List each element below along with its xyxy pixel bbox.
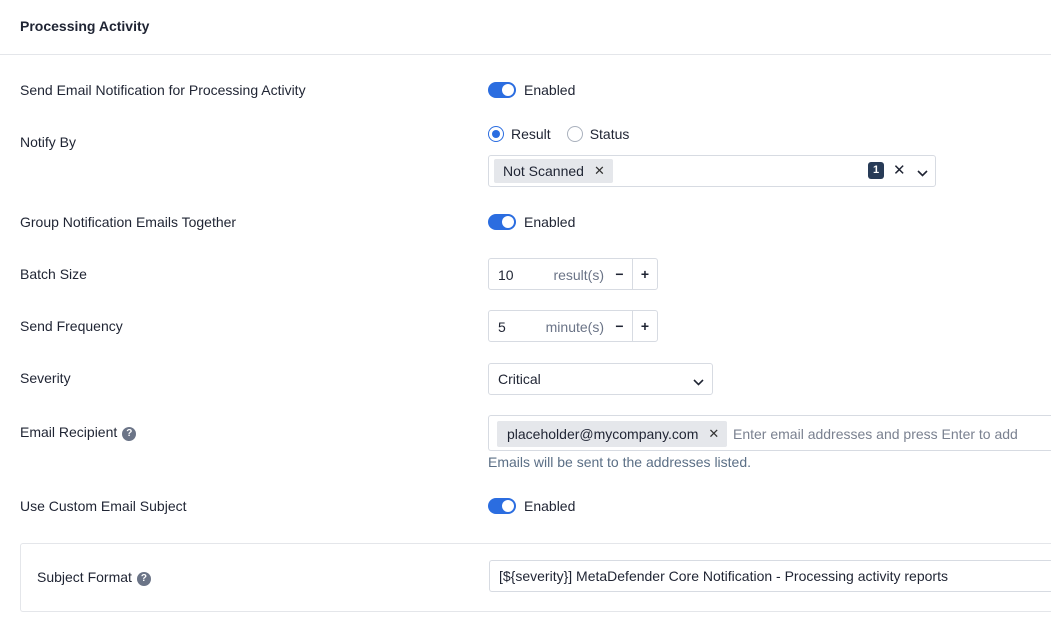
radio-result-label: Result (511, 126, 551, 142)
email-recipient-label-row: Email Recipient? (20, 424, 137, 441)
batch-size-value[interactable]: 10 (498, 267, 514, 283)
toggle-knob (502, 216, 514, 228)
email-chip: placeholder@mycompany.com ✕ (497, 421, 728, 447)
batch-size-increment-button[interactable]: + (632, 259, 657, 289)
close-icon[interactable]: ✕ (708, 426, 719, 442)
custom-subject-toggle-row: Enabled (488, 498, 575, 514)
email-recipient-label: Email Recipient (20, 424, 118, 440)
notify-by-multiselect[interactable]: Not Scanned ✕ 1 ✕ (488, 155, 936, 187)
send-email-notification-toggle[interactable] (488, 82, 516, 98)
send-frequency-value[interactable]: 5 (498, 319, 506, 335)
group-emails-label: Group Notification Emails Together (20, 214, 237, 230)
email-chip-label: placeholder@mycompany.com (507, 426, 699, 442)
radio-status-label: Status (589, 126, 630, 142)
batch-size-decrement-button[interactable]: − (607, 259, 632, 289)
email-recipient-field[interactable]: placeholder@mycompany.com ✕ (488, 415, 1051, 451)
chevron-down-icon[interactable] (917, 164, 928, 180)
group-emails-toggle-label: Enabled (524, 214, 576, 230)
chevron-down-icon (693, 373, 704, 389)
send-email-notification-label: Send Email Notification for Processing A… (20, 82, 306, 98)
notify-by-option-status[interactable]: Status (566, 126, 630, 142)
send-email-notification-toggle-label: Enabled (524, 82, 576, 98)
custom-subject-toggle[interactable] (488, 498, 516, 514)
toggle-knob (502, 84, 514, 96)
notify-by-option-result[interactable]: Result (488, 126, 551, 142)
severity-label: Severity (20, 370, 71, 386)
subject-format-label: Subject Format (37, 569, 132, 585)
send-email-notification-toggle-row: Enabled (488, 82, 575, 98)
chip-label: Not Scanned (503, 163, 584, 179)
batch-size-label: Batch Size (20, 266, 87, 282)
radio-status[interactable] (566, 126, 583, 142)
severity-select[interactable]: Critical (488, 363, 713, 395)
subject-format-input[interactable] (489, 560, 1051, 592)
send-frequency-increment-button[interactable]: + (632, 311, 657, 341)
notify-by-label: Notify By (20, 134, 77, 150)
send-frequency-stepper[interactable]: 5 minute(s) − + (488, 310, 658, 342)
email-recipient-input[interactable] (733, 424, 1051, 444)
question-circle-icon[interactable]: ? (136, 572, 151, 586)
batch-size-stepper[interactable]: 10 result(s) − + (488, 258, 658, 290)
clear-all-icon[interactable]: ✕ (893, 161, 906, 179)
toggle-knob (502, 500, 514, 512)
section-header: Processing Activity (0, 0, 1051, 55)
subject-format-label-row: Subject Format? (37, 569, 151, 586)
severity-selected-value: Critical (498, 371, 541, 387)
batch-size-unit: result(s) (553, 267, 604, 283)
section-title: Processing Activity (20, 18, 150, 34)
selected-chip-not-scanned: Not Scanned ✕ (494, 159, 613, 183)
send-frequency-decrement-button[interactable]: − (607, 311, 632, 341)
notify-by-radio-group: Result Status (488, 126, 645, 142)
radio-result[interactable] (488, 126, 504, 142)
custom-subject-toggle-label: Enabled (524, 498, 576, 514)
send-frequency-unit: minute(s) (545, 319, 604, 335)
group-emails-toggle[interactable] (488, 214, 516, 230)
selected-count-badge: 1 (868, 162, 884, 179)
send-frequency-label: Send Frequency (20, 318, 123, 334)
subject-format-panel: Subject Format? (20, 543, 1051, 612)
custom-subject-label: Use Custom Email Subject (20, 498, 187, 514)
question-circle-icon[interactable]: ? (122, 427, 137, 441)
email-recipient-helper-text: Emails will be sent to the addresses lis… (488, 454, 752, 470)
processing-activity-settings: Processing Activity Send Email Notificat… (0, 0, 1051, 631)
group-emails-toggle-row: Enabled (488, 214, 575, 230)
close-icon[interactable]: ✕ (594, 163, 605, 179)
